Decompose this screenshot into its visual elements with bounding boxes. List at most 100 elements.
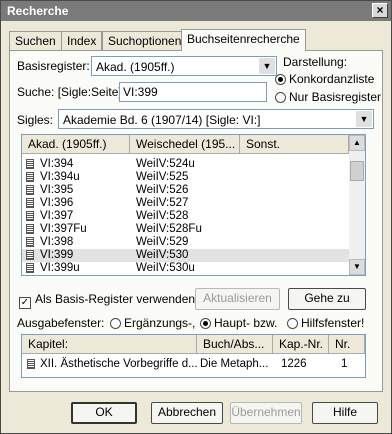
basisregister-value: Akad. (1905ff.) — [96, 60, 175, 74]
document-icon — [26, 198, 34, 208]
table-row[interactable]: VI:397 WeiIV:528 — [22, 210, 349, 223]
weischedel-cell: WeiIV:530 — [136, 249, 189, 261]
radio-nur-basisregister[interactable]: Nur Basisregister — [275, 90, 381, 104]
column-header[interactable]: Kapitel: — [22, 335, 197, 353]
aktualisieren-button[interactable]: Aktualisieren — [195, 288, 280, 310]
document-icon — [26, 224, 34, 234]
kapitel-cell: XII. Ästhetische Vorbegriffe d... — [40, 358, 198, 370]
document-icon — [27, 359, 35, 369]
document-icon — [26, 250, 34, 260]
radio-ergaenzung-label: Ergänzungs-, — [124, 316, 196, 330]
abbrechen-button[interactable]: Abbrechen — [151, 402, 223, 424]
akad-cell: VI:399u — [40, 262, 80, 274]
suche-field[interactable] — [119, 82, 267, 102]
radio-dot-icon — [110, 318, 121, 329]
table-row[interactable]: VI:395 WeiIV:526 — [22, 184, 349, 197]
tab-suchoptionen[interactable]: Suchoptionen — [102, 31, 188, 50]
suche-label: Suche: [Sigle:Seite] — [17, 85, 122, 99]
document-icon — [26, 172, 34, 182]
radio-dot-icon — [275, 74, 286, 85]
document-icon — [26, 185, 34, 195]
chevron-down-icon[interactable]: ▼ — [356, 111, 372, 127]
kap-nr-cell: 1226 — [281, 358, 307, 370]
document-icon — [26, 263, 34, 273]
table-row[interactable]: VI:399u WeiIV:530u — [22, 262, 349, 275]
suche-input[interactable] — [120, 83, 266, 101]
column-header[interactable]: Weischedel (195... — [130, 135, 240, 153]
akad-cell: VI:397Fu — [40, 223, 87, 235]
hilfe-button[interactable]: Hilfe — [312, 402, 378, 424]
recherche-dialog: Recherche × Suchen Index Suchoptionen Bu… — [0, 0, 392, 434]
uebernehmen-button[interactable]: Übernehmen — [230, 402, 302, 424]
kapitel-list[interactable]: Kapitel: Buch/Abs... Kap.-Nr. Nr. XII. Ä… — [21, 334, 366, 378]
column-header[interactable]: Nr. — [329, 335, 365, 353]
weischedel-cell: WeiIV:527 — [136, 197, 189, 209]
tab-buchseitenrecherche[interactable]: Buchseitenrecherche — [181, 29, 306, 51]
radio-ergaenzung[interactable]: Ergänzungs-, — [110, 316, 195, 330]
buch-cell: Die Metaph... — [200, 358, 269, 370]
radio-hilfsfenster[interactable]: Hilfsfenster! — [287, 316, 364, 330]
radio-haupt-label: Haupt- bzw. — [214, 316, 278, 330]
akad-cell: VI:396 — [40, 197, 74, 209]
radio-dot-icon — [275, 92, 286, 103]
document-icon — [26, 159, 34, 169]
tab-suchen[interactable]: Suchen — [9, 31, 62, 50]
checkbox-check-icon: ✓ — [19, 297, 31, 309]
scroll-thumb[interactable] — [350, 161, 364, 181]
table-row[interactable]: VI:397Fu WeiIV:528Fu — [22, 223, 349, 236]
konkordanz-list[interactable]: Akad. (1905ff.) Weischedel (195... Sonst… — [21, 134, 366, 276]
table-row[interactable]: VI:394u WeiIV:525 — [22, 171, 349, 184]
window-title: Recherche — [7, 4, 69, 18]
table-row[interactable]: VI:396 WeiIV:527 — [22, 197, 349, 210]
column-header[interactable]: Kap.-Nr. — [273, 335, 329, 353]
column-header[interactable]: Buch/Abs... — [197, 335, 273, 353]
sigles-label: Sigles: — [17, 113, 54, 127]
basisregister-label: Basisregister: — [17, 59, 90, 73]
column-header[interactable]: Akad. (1905ff.) — [22, 135, 130, 153]
weischedel-cell: WeiIV:524u — [136, 158, 195, 170]
vertical-scrollbar[interactable]: ▲ ▼ — [349, 135, 365, 275]
radio-haupt[interactable]: Haupt- bzw. — [200, 316, 277, 330]
akad-cell: VI:394 — [40, 158, 74, 170]
radio-nur-basisregister-label: Nur Basisregister — [289, 90, 382, 104]
document-icon — [26, 237, 34, 247]
ok-button[interactable]: OK — [71, 402, 137, 424]
weischedel-cell: WeiIV:526 — [136, 184, 189, 196]
radio-hilfsfenster-label: Hilfsfenster! — [301, 316, 365, 330]
title-bar: Recherche × — [1, 1, 391, 21]
akad-cell: VI:397 — [40, 210, 74, 222]
table-row[interactable]: VI:399 WeiIV:530 — [22, 249, 349, 262]
radio-konkordanzliste-label: Konkordanzliste — [289, 72, 375, 86]
sigles-value: Akademie Bd. 6 (1907/14) [Sigle: VI:] — [63, 113, 261, 127]
radio-dot-icon — [200, 318, 211, 329]
weischedel-cell: WeiIV:528 — [136, 210, 189, 222]
weischedel-cell: WeiIV:528Fu — [136, 223, 202, 235]
list-header: Akad. (1905ff.) Weischedel (195... Sonst… — [22, 135, 349, 154]
nr-cell: 1 — [341, 358, 348, 370]
table-row[interactable]: XII. Ästhetische Vorbegriffe d... Die Me… — [22, 357, 365, 372]
tab-index[interactable]: Index — [61, 31, 103, 50]
akad-cell: VI:398 — [40, 236, 74, 248]
gehe-zu-button[interactable]: Gehe zu — [288, 288, 366, 310]
radio-dot-icon — [287, 318, 298, 329]
kapitel-header: Kapitel: Buch/Abs... Kap.-Nr. Nr. — [22, 335, 365, 354]
radio-konkordanzliste[interactable]: Konkordanzliste — [275, 72, 374, 86]
ausgabefenster-label: Ausgabefenster: — [17, 316, 105, 330]
akad-cell: VI:399 — [40, 249, 74, 261]
table-row[interactable]: VI:398 WeiIV:529 — [22, 236, 349, 249]
basisregister-select[interactable]: Akad. (1905ff.) ▼ — [91, 56, 277, 76]
close-icon[interactable]: × — [372, 3, 388, 18]
darstellung-label: Darstellung: — [283, 55, 348, 69]
buchseitenrecherche-panel: Basisregister: Akad. (1905ff.) ▼ Darstel… — [9, 50, 383, 392]
sigles-select[interactable]: Akademie Bd. 6 (1907/14) [Sigle: VI:] ▼ — [58, 109, 374, 129]
basis-register-label: Als Basis-Register verwenden! — [35, 292, 199, 306]
akad-cell: VI:394u — [40, 171, 80, 183]
column-header[interactable]: Sonst. — [240, 135, 349, 153]
basis-register-checkbox[interactable]: ✓ Als Basis-Register verwenden! — [19, 292, 198, 309]
scroll-up-icon[interactable]: ▲ — [349, 135, 365, 151]
table-row[interactable]: VI:394 WeiIV:524u — [22, 158, 349, 171]
akad-cell: VI:395 — [40, 184, 74, 196]
chevron-down-icon[interactable]: ▼ — [259, 58, 275, 74]
scroll-down-icon[interactable]: ▼ — [349, 259, 365, 275]
weischedel-cell: WeiIV:530u — [136, 262, 195, 274]
